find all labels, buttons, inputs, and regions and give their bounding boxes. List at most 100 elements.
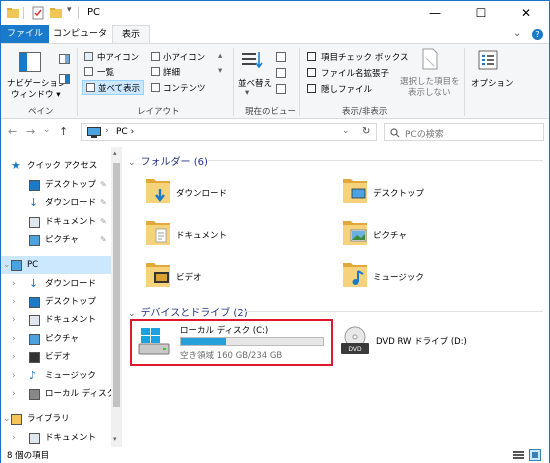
navigation-pane-icon[interactable] <box>19 52 41 72</box>
expand-chevron-icon[interactable]: › <box>12 275 16 293</box>
navpane-scrollbar[interactable]: ▴ ▾ <box>111 147 122 447</box>
layout-content[interactable]: コンテンツ <box>163 82 206 94</box>
group-by-icon[interactable] <box>276 52 286 62</box>
recent-locations-icon[interactable]: ⌄ <box>43 125 51 135</box>
sidebar-item[interactable]: › ドキュメント <box>1 429 111 447</box>
folders-header-label: フォルダー (6) <box>140 157 208 168</box>
sidebar-item[interactable]: ⌄ PC <box>1 256 111 274</box>
expand-chevron-icon[interactable]: › <box>12 293 16 311</box>
file-extensions-label[interactable]: ファイル名拡張子 <box>321 67 389 79</box>
collapse-chevron-icon[interactable]: ⌄ <box>128 309 136 319</box>
folders-section-header[interactable]: ⌄ フォルダー (6) <box>128 153 208 168</box>
folder-tile[interactable]: ピクチャ <box>341 215 541 253</box>
tab-computer[interactable]: コンピューター <box>51 25 109 58</box>
scroll-up-icon[interactable]: ▴ <box>113 149 117 157</box>
dvd-drive-icon[interactable]: DVD <box>339 325 371 357</box>
expand-chevron-icon[interactable]: › <box>12 311 16 329</box>
address-path[interactable]: PC › <box>116 127 134 137</box>
tab-file[interactable]: ファイル <box>1 25 49 44</box>
options-icon[interactable] <box>478 50 498 70</box>
hidden-files-toggle[interactable] <box>307 84 316 93</box>
drives-header-label: デバイスとドライブ (2) <box>140 308 248 319</box>
sidebar-item[interactable]: デスクトップ ✎ <box>1 176 111 194</box>
properties-icon[interactable] <box>31 6 45 20</box>
folder-tile[interactable]: デスクトップ <box>341 173 541 211</box>
layout-small-icons[interactable]: 小アイコン <box>163 51 205 63</box>
collapse-ribbon-icon[interactable]: ⌄ <box>513 28 521 39</box>
expand-chevron-icon[interactable]: › <box>12 367 16 385</box>
sidebar-item[interactable]: › ドキュメント <box>1 311 111 329</box>
drives-section-header[interactable]: ⌄ デバイスとドライブ (2) <box>128 304 248 319</box>
search-box[interactable]: PCの検索 <box>384 123 544 141</box>
scroll-down-icon[interactable]: ▾ <box>113 435 117 443</box>
sidebar-item[interactable]: › デスクトップ <box>1 293 111 311</box>
back-button[interactable]: ← <box>8 125 17 138</box>
options-label[interactable]: オプション <box>471 77 514 89</box>
folder-tile[interactable]: ビデオ <box>144 257 344 295</box>
expand-chevron-icon[interactable]: › <box>12 429 16 447</box>
layout-scroll-down-icon[interactable]: ▾ <box>218 66 222 76</box>
expand-chevron-icon[interactable]: › <box>12 330 16 348</box>
add-columns-icon[interactable] <box>276 68 286 78</box>
pin-icon[interactable]: ✎ <box>100 194 107 212</box>
large-icons-view-icon[interactable] <box>529 449 541 461</box>
new-folder-icon[interactable] <box>49 6 63 20</box>
layout-group-label: レイアウト <box>137 107 180 117</box>
sidebar-item-label: ビデオ <box>45 352 71 362</box>
address-dropdown-icon[interactable]: ⌄ <box>342 126 350 136</box>
sidebar-item[interactable]: ピクチャ ✎ <box>1 231 111 249</box>
sidebar-item[interactable]: › ♪ ミュージック <box>1 367 111 385</box>
close-button[interactable]: ✕ <box>503 1 549 25</box>
sidebar-item[interactable]: › ビデオ <box>1 348 111 366</box>
sidebar-item[interactable]: › ピクチャ <box>1 330 111 348</box>
navigation-pane-dropdown[interactable]: ウィンドウ ▾ <box>11 88 60 100</box>
hide-selected-icon[interactable] <box>421 48 439 70</box>
item-checkbox-toggle[interactable] <box>307 52 316 61</box>
folder-tile[interactable]: ミュージック <box>341 257 541 295</box>
hidden-files-label[interactable]: 隠しファイル <box>321 83 372 95</box>
layout-list[interactable]: 一覧 <box>97 66 114 78</box>
tab-view[interactable]: 表示 <box>112 25 150 45</box>
expand-chevron-icon[interactable]: › <box>12 385 16 403</box>
address-chevron-icon[interactable]: › <box>105 126 109 136</box>
sort-label[interactable]: 並べ替え <box>238 77 272 89</box>
layout-medium-icons[interactable]: 中アイコン <box>97 51 139 63</box>
sidebar-item[interactable]: › ↓ ダウンロード <box>1 275 111 293</box>
folder-tile[interactable]: ダウンロード <box>144 173 344 211</box>
sidebar-item[interactable]: ドキュメント ✎ <box>1 213 111 231</box>
hide-selected-label-line2[interactable]: 表示しない <box>408 86 451 98</box>
dvd-drive-label[interactable]: DVD RW ドライブ (D:) <box>376 335 467 347</box>
preview-pane-icon[interactable] <box>59 54 70 64</box>
sidebar-item[interactable]: ★ クイック アクセス <box>1 157 111 175</box>
sidebar-item[interactable]: ⌄ ライブラリ <box>1 410 111 428</box>
up-button[interactable]: ↑ <box>59 125 68 138</box>
scroll-thumb[interactable] <box>113 163 120 407</box>
pin-icon[interactable]: ✎ <box>100 176 107 194</box>
address-bar[interactable]: › PC › ⌄ ↻ <box>81 123 377 141</box>
item-checkbox-label[interactable]: 項目チェック ボックス <box>321 51 408 63</box>
layout-scroll-up-icon[interactable]: ▴ <box>218 51 222 61</box>
minimize-button[interactable]: — <box>412 1 458 25</box>
folder-tile[interactable]: ドキュメント <box>144 215 344 253</box>
sort-icon[interactable] <box>241 50 263 70</box>
collapse-chevron-icon[interactable]: ⌄ <box>3 410 11 428</box>
expand-chevron-icon[interactable]: › <box>12 348 16 366</box>
size-columns-icon[interactable] <box>276 84 286 94</box>
layout-details[interactable]: 詳細 <box>163 66 180 78</box>
file-extensions-toggle[interactable] <box>307 68 316 77</box>
sidebar-item[interactable]: › ローカル ディスク (C <box>1 385 122 403</box>
details-view-icon[interactable] <box>513 450 524 460</box>
help-icon[interactable]: ? <box>532 29 543 40</box>
maximize-button[interactable]: ☐ <box>458 1 504 25</box>
details-pane-icon[interactable] <box>59 74 70 84</box>
collapse-chevron-icon[interactable]: ⌄ <box>3 256 11 274</box>
collapse-chevron-icon[interactable]: ⌄ <box>128 158 136 168</box>
pin-icon[interactable]: ✎ <box>100 231 107 249</box>
pin-icon[interactable]: ✎ <box>100 213 107 231</box>
sort-dropdown-icon[interactable]: ▾ <box>245 88 249 98</box>
explorer-window: ▾ PC — ☐ ✕ ファイル コンピューター 表示 ⌄ ? ナビゲーション ウ… <box>0 0 550 463</box>
forward-button[interactable]: → <box>26 125 35 138</box>
refresh-button[interactable]: ↻ <box>362 126 370 137</box>
sidebar-item[interactable]: ↓ ダウンロード ✎ <box>1 194 111 212</box>
layout-tiles[interactable]: 並べて表示 <box>98 82 140 94</box>
